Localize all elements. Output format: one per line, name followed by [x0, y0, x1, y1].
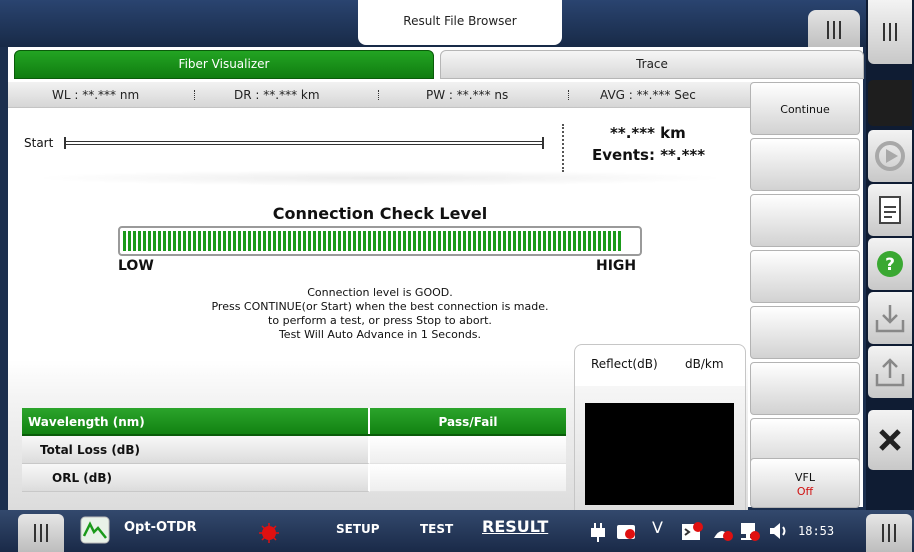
v-indicator: V: [652, 518, 663, 537]
status-indicator-button[interactable]: [868, 80, 912, 126]
softkey-6[interactable]: [750, 362, 860, 415]
tab-trace[interactable]: Trace: [440, 50, 864, 79]
load-button[interactable]: [868, 292, 912, 344]
row-value: [370, 436, 566, 464]
help-button[interactable]: ?: [868, 238, 912, 290]
softkey-4[interactable]: [750, 250, 860, 303]
meter-low-label: LOW: [118, 258, 154, 274]
menu-icon: [827, 21, 841, 39]
message-line: Connection level is GOOD.: [307, 286, 453, 299]
menu-icon: [34, 524, 48, 542]
report-button[interactable]: [868, 184, 912, 236]
volume-icon[interactable]: [768, 520, 790, 542]
start-button[interactable]: [868, 130, 912, 182]
result-tab[interactable]: RESULT: [482, 517, 548, 536]
test-tab[interactable]: TEST: [420, 522, 453, 536]
clock: 18:53: [798, 524, 835, 538]
status-separator: [378, 90, 379, 100]
reflect-label: Reflect(dB): [591, 357, 658, 371]
table-row: Total Loss (dB): [22, 436, 566, 464]
connection-message: Connection level is GOOD. Press CONTINUE…: [100, 286, 660, 342]
otdr-app-icon[interactable]: [80, 516, 110, 544]
wavelength-header: Wavelength (nm): [22, 408, 370, 434]
divider-shadow: [30, 170, 730, 186]
connection-level-meter: [118, 226, 642, 256]
softkey-2[interactable]: [750, 138, 860, 191]
meter-high-label: HIGH: [596, 258, 637, 274]
reflect-header: Reflect(dB) dB/km: [574, 344, 746, 386]
fiber-line: [64, 137, 544, 149]
menu-icon: [882, 524, 896, 542]
message-line: Press CONTINUE(or Start) when the best c…: [211, 300, 549, 313]
reflect-display: [585, 403, 734, 505]
start-label: Start: [24, 136, 54, 150]
satellite-icon: [714, 531, 733, 541]
table-row: ORL (dB): [22, 464, 566, 492]
tab-fiber-visualizer[interactable]: Fiber Visualizer: [14, 50, 434, 79]
row-label: ORL (dB): [22, 464, 370, 492]
save-button[interactable]: [868, 346, 912, 398]
row-value: [370, 464, 566, 492]
row-label: Total Loss (dB): [22, 436, 370, 464]
panel-menu-tab[interactable]: [808, 10, 860, 50]
connection-level-fill: [123, 231, 622, 251]
save-icon: [875, 358, 905, 387]
vfl-button[interactable]: VFL Off: [750, 458, 860, 508]
play-icon: [875, 141, 905, 171]
continue-label: Continue: [780, 103, 830, 116]
measurement-status-bar: WL : **.*** nm DR : **.*** km PW : **.**…: [8, 82, 754, 108]
averaging-status: AVG : **.*** Sec: [600, 88, 696, 102]
setup-tab[interactable]: SETUP: [336, 522, 380, 536]
svg-text:?: ?: [885, 255, 895, 275]
terminal-error-icon: [682, 522, 703, 540]
continue-button[interactable]: Continue: [750, 82, 860, 135]
wavelength-status: WL : **.*** nm: [52, 88, 140, 102]
message-line: Test Will Auto Advance in 1 Seconds.: [278, 328, 482, 341]
status-separator: [568, 90, 569, 100]
distance-range-status: DR : **.*** km: [234, 88, 320, 102]
power-plug-icon: [591, 523, 605, 542]
fiber-length-value: **.*** km: [610, 124, 686, 142]
storage-error-icon: [617, 525, 635, 539]
connection-check-title: Connection Check Level: [272, 204, 488, 223]
results-table: Wavelength (nm) Pass/Fail Total Loss (dB…: [22, 408, 566, 492]
menu-tab-right[interactable]: [868, 0, 912, 64]
laser-active-icon: [259, 523, 279, 543]
page-title: Result File Browser: [358, 0, 562, 45]
close-button[interactable]: [868, 410, 912, 470]
table-header: Wavelength (nm) Pass/Fail: [22, 408, 566, 436]
fiber-end-marker: [562, 124, 564, 172]
message-line: to perform a test, or press Stop to abor…: [268, 314, 492, 327]
taskbar-menu-right[interactable]: [866, 514, 912, 552]
close-icon: [879, 429, 901, 451]
pulse-width-status: PW : **.*** ns: [426, 88, 509, 102]
vfl-state: Off: [796, 485, 814, 498]
menu-icon: [883, 23, 897, 41]
status-separator: [194, 90, 195, 100]
load-icon: [875, 305, 905, 333]
pass-fail-header: Pass/Fail: [438, 415, 498, 429]
taskbar-menu-left[interactable]: [18, 514, 64, 552]
events-count: Events: **.***: [592, 146, 706, 164]
network-error-icon: [741, 523, 760, 541]
help-icon: ?: [877, 251, 903, 277]
softkey-5[interactable]: [750, 306, 860, 359]
softkey-3[interactable]: [750, 194, 860, 247]
attenuation-label: dB/km: [685, 357, 724, 371]
document-icon: [879, 196, 901, 224]
vfl-label: VFL: [795, 471, 815, 484]
app-name[interactable]: Opt-OTDR: [124, 520, 197, 535]
